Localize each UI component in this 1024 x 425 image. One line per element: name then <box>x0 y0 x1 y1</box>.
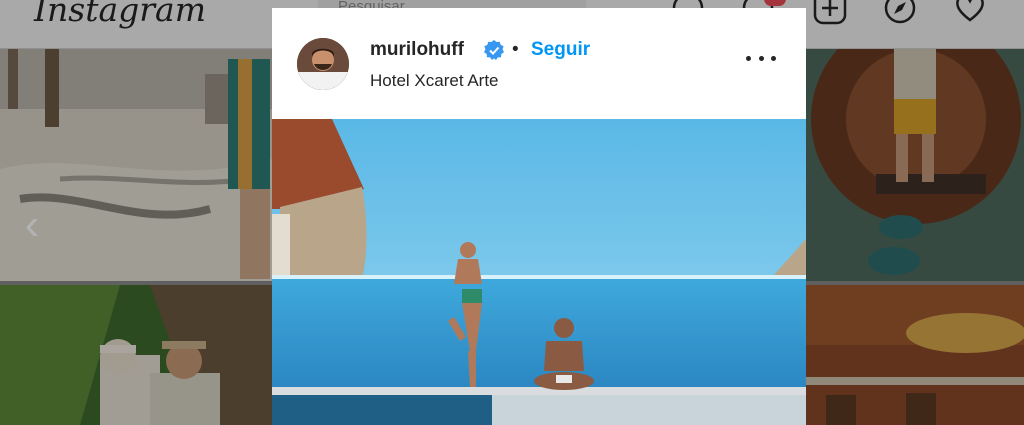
more-dot <box>746 55 751 61</box>
instagram-logo[interactable]: Instagram <box>34 0 206 34</box>
previous-arrow[interactable]: ‹ <box>14 203 50 249</box>
grid-post-hut[interactable] <box>806 285 1024 425</box>
more-dot <box>758 55 764 61</box>
post-header: murilohuff • Seguir Hotel Xcaret Arte <box>272 8 806 119</box>
separator-dot: • <box>512 39 519 60</box>
more-options-icon[interactable] <box>746 52 776 64</box>
grid-post-nest[interactable] <box>806 49 1024 281</box>
post-image[interactable] <box>272 119 806 425</box>
new-post-icon[interactable] <box>812 0 848 26</box>
grid-post-couple[interactable] <box>0 285 272 425</box>
verified-badge-icon <box>484 40 504 60</box>
post-modal: murilohuff • Seguir Hotel Xcaret Arte <box>272 8 806 425</box>
post-username[interactable]: murilohuff <box>370 39 464 61</box>
compass-icon[interactable] <box>882 0 918 26</box>
more-dot <box>771 55 776 61</box>
avatar[interactable] <box>297 38 349 90</box>
notification-badge <box>764 0 786 6</box>
follow-button[interactable]: Seguir <box>531 39 590 61</box>
heart-icon[interactable] <box>952 0 988 26</box>
post-location[interactable]: Hotel Xcaret Arte <box>370 71 499 91</box>
